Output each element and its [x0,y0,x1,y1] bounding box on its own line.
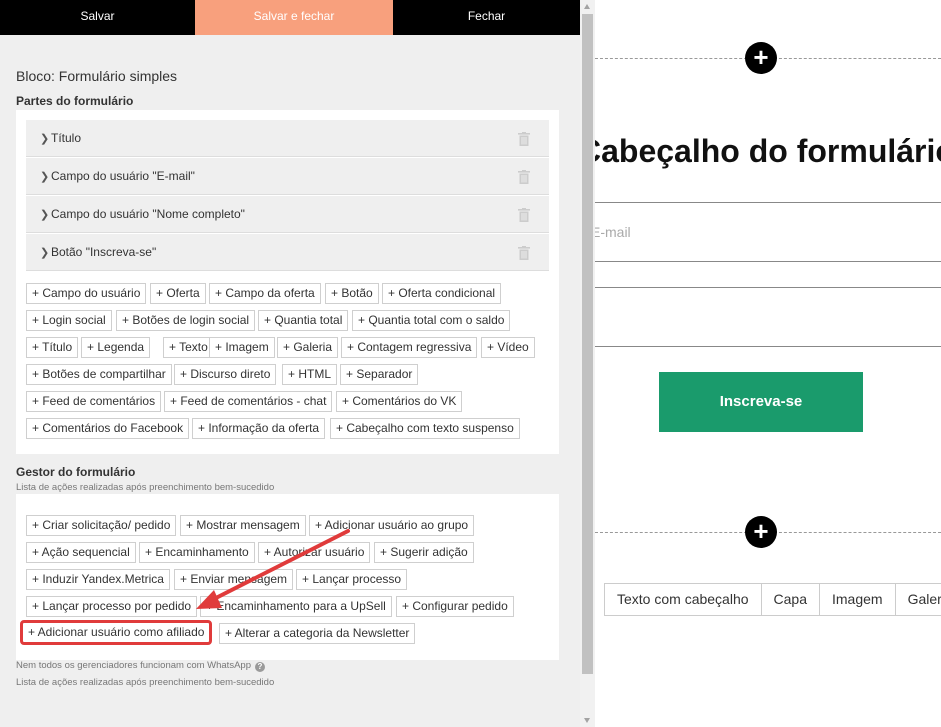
form-part-label: Campo do usuário "E-mail" [51,169,195,183]
chevron-right-icon[interactable]: ❯ [40,170,49,183]
form-manager-box: + Criar solicitação/ pedido + Mostrar me… [16,494,559,660]
add-part-chip[interactable]: + Vídeo [481,337,535,358]
add-handler-chip[interactable]: + Lançar processo por pedido [26,596,198,617]
add-part-chip[interactable]: + Feed de comentários [26,391,162,412]
save-and-close-button[interactable]: Salvar e fechar [195,0,393,35]
form-parts-box: ❯ Título ❯ Campo do usuário "E-mail" ❯ C… [16,110,559,454]
trash-icon[interactable] [518,132,530,146]
add-part-chip[interactable]: + Comentários do VK [336,391,463,412]
add-part-chip[interactable]: + HTML [282,364,338,385]
page-preview: + Cabeçalho do formulário E-mail Inscrev… [595,0,941,727]
form-part-row-button[interactable]: ❯ Botão "Inscreva-se" [26,234,549,271]
add-handler-chip[interactable]: + Autorizar usuário [258,542,371,563]
add-part-chip[interactable]: + Legenda [81,337,151,358]
add-part-chip[interactable]: + Botões de compartilhar [26,364,172,385]
form-part-row-email[interactable]: ❯ Campo do usuário "E-mail" [26,158,549,195]
add-part-chip[interactable]: + Texto [163,337,214,358]
trash-icon[interactable] [518,208,530,222]
chevron-right-icon[interactable]: ❯ [40,246,49,259]
add-handler-chip[interactable]: + Sugerir adição [374,542,474,563]
add-handler-chip[interactable]: + Adicionar usuário ao grupo [309,515,475,536]
block-type-bar: Texto com cabeçalho Capa Imagem Galeria [604,583,941,616]
add-part-chip[interactable]: + Discurso direto [174,364,277,385]
add-handler-chip[interactable]: + Configurar pedido [396,596,514,617]
add-affiliate-user-chip[interactable]: + Adicionar usuário como afiliado [20,620,213,645]
add-part-chip[interactable]: + Campo do usuário [26,283,147,304]
editor-panel: Salvar Salvar e fechar Fechar Bloco: For… [0,0,580,727]
chevron-right-icon[interactable]: ❯ [40,208,49,221]
trash-icon[interactable] [518,170,530,184]
add-block-plus-icon[interactable]: + [745,42,777,74]
add-part-chip[interactable]: + Imagem [209,337,275,358]
save-button[interactable]: Salvar [0,0,195,35]
block-type-text-with-header[interactable]: Texto com cabeçalho [605,584,762,615]
email-field-placeholder[interactable]: E-mail [595,224,631,240]
scrollbar-thumb[interactable] [582,14,593,674]
form-part-label: Botão "Inscreva-se" [51,245,157,259]
add-part-chip[interactable]: + Botão [325,283,379,304]
actions-note: Lista de ações realizadas após preenchim… [16,677,275,688]
add-handler-chip[interactable]: + Encaminhamento para a UpSell [200,596,392,617]
help-icon[interactable]: ? [254,662,265,672]
block-type-cover[interactable]: Capa [762,584,820,615]
form-part-row-title[interactable]: ❯ Título [26,120,549,157]
add-part-chip[interactable]: + Separador [340,364,419,385]
add-handler-chip[interactable]: + Alterar a categoria da Newsletter [219,623,416,644]
add-part-chip[interactable]: + Quantia total com o saldo [352,310,511,331]
add-part-chip[interactable]: + Comentários do Facebook [26,418,190,439]
form-part-label: Título [51,131,82,145]
add-handler-chip[interactable]: + Induzir Yandex.Metrica [26,569,170,590]
add-part-chip[interactable]: + Login social [26,310,112,331]
form-manager-subtitle: Lista de ações realizadas após preenchim… [16,482,275,493]
chevron-right-icon[interactable]: ❯ [40,132,49,145]
scroll-down-icon[interactable] [584,718,590,723]
add-part-chip[interactable]: + Informação da oferta [192,418,326,439]
panel-scrollbar[interactable] [580,0,595,727]
editor-toolbar: Salvar Salvar e fechar Fechar [0,0,580,35]
form-manager-heading: Gestor do formulário [16,465,136,479]
subscribe-button[interactable]: Inscreva-se [659,372,863,432]
add-handler-chip[interactable]: + Criar solicitação/ pedido [26,515,177,536]
add-handler-chip[interactable]: + Mostrar mensagem [180,515,306,536]
add-part-chip[interactable]: + Cabeçalho com texto suspenso [330,418,520,439]
close-button[interactable]: Fechar [393,0,580,35]
whatsapp-note: Nem todos os gerenciadores funcionam com… [16,660,265,672]
add-part-chip[interactable]: + Feed de comentários - chat [164,391,333,412]
add-part-chip[interactable]: + Título [26,337,79,358]
block-type-gallery[interactable]: Galeria [896,584,941,615]
block-title: Bloco: Formulário simples [16,68,178,84]
form-part-row-full-name[interactable]: ❯ Campo do usuário "Nome completo" [26,196,549,233]
add-handler-chip[interactable]: + Encaminhamento [139,542,255,563]
name-field-line [595,346,941,347]
form-title: Cabeçalho do formulário [595,133,941,169]
add-part-chip[interactable]: + Quantia total [258,310,349,331]
add-part-chip[interactable]: + Contagem regressiva [341,337,478,358]
add-part-chip[interactable]: + Botões de login social [116,310,256,331]
form-parts-heading: Partes do formulário [16,94,134,108]
add-handler-chip[interactable]: + Ação sequencial [26,542,136,563]
trash-icon[interactable] [518,246,530,260]
form-title-underline [595,202,941,203]
name-field-top-line [595,287,941,288]
block-type-image[interactable]: Imagem [820,584,896,615]
whatsapp-note-text: Nem todos os gerenciadores funcionam com… [16,660,251,671]
add-handler-chip[interactable]: + Enviar mensagem [174,569,294,590]
add-part-chip[interactable]: + Galeria [277,337,339,358]
scroll-up-icon[interactable] [584,4,590,9]
add-part-chip[interactable]: + Oferta [150,283,206,304]
add-block-plus-icon[interactable]: + [745,516,777,548]
add-handler-chip[interactable]: + Lançar processo [296,569,408,590]
email-field-line [595,261,941,262]
add-part-chip[interactable]: + Oferta condicional [382,283,502,304]
form-part-label: Campo do usuário "Nome completo" [51,207,245,221]
add-part-chip[interactable]: + Campo da oferta [209,283,321,304]
